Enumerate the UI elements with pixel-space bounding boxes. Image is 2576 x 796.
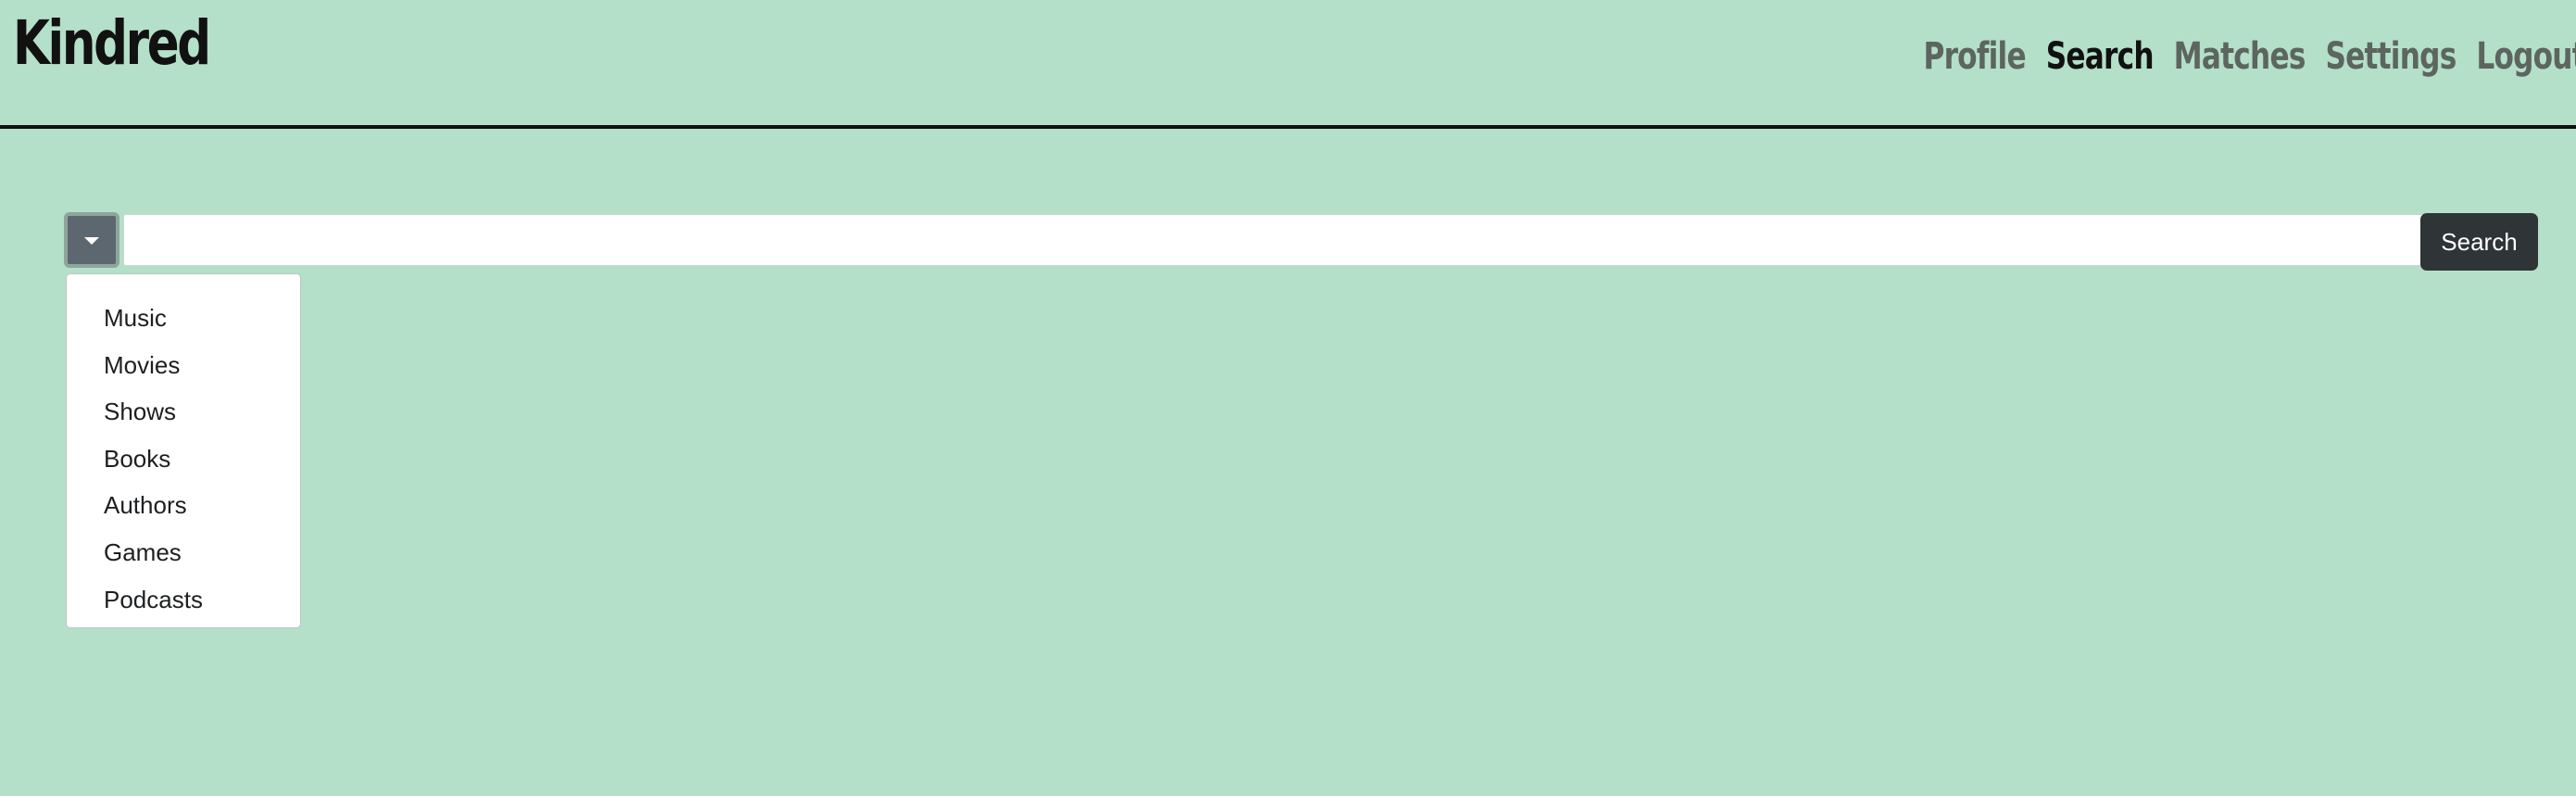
nav-logout[interactable]: Logout [2476, 35, 2576, 78]
dropdown-item-podcasts[interactable]: Podcasts [67, 576, 300, 624]
navbar: Kindred Profile Search Matches Settings … [0, 0, 2576, 129]
dropdown-item-books[interactable]: Books [67, 436, 300, 483]
nav-matches[interactable]: Matches [2174, 35, 2306, 78]
search-bar: Search [64, 212, 2538, 271]
dropdown-item-games[interactable]: Games [67, 529, 300, 576]
dropdown-item-authors[interactable]: Authors [67, 482, 300, 529]
nav-profile[interactable]: Profile [1924, 35, 2027, 78]
nav-links: Profile Search Matches Settings Logout [1924, 35, 2576, 78]
category-dropdown-menu: Music Movies Shows Books Authors Games P… [66, 273, 301, 628]
dropdown-item-music[interactable]: Music [67, 295, 300, 342]
category-dropdown-toggle[interactable] [64, 212, 119, 268]
nav-settings[interactable]: Settings [2326, 35, 2457, 78]
search-button[interactable]: Search [2420, 213, 2538, 271]
nav-search[interactable]: Search [2046, 35, 2155, 78]
dropdown-item-movies[interactable]: Movies [67, 342, 300, 389]
brand-logo[interactable]: Kindred [13, 13, 211, 74]
dropdown-item-shows[interactable]: Shows [67, 388, 300, 436]
search-input[interactable] [123, 214, 2469, 266]
caret-down-icon [84, 237, 99, 245]
